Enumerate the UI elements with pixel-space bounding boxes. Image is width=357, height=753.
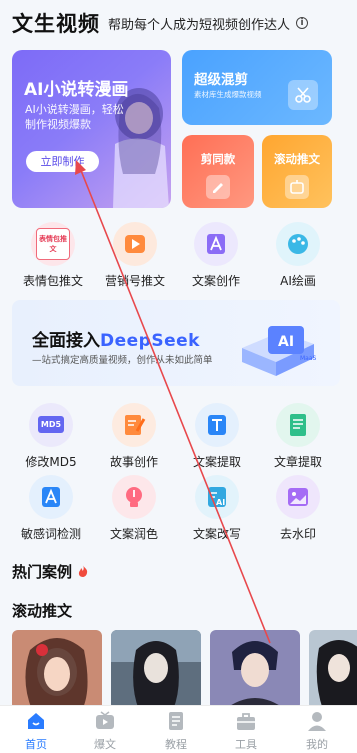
info-icon[interactable]: i xyxy=(296,17,309,29)
tool-sensitive-word[interactable]: 敏感词检测 xyxy=(11,475,91,542)
make-now-button[interactable]: 立即制作 xyxy=(26,151,99,172)
tool-label: AI绘画 xyxy=(280,274,316,288)
tool-label: 敏感词检测 xyxy=(20,527,81,541)
edit-icon xyxy=(206,175,230,199)
md5-icon: MD5 xyxy=(29,403,73,447)
pen-icon xyxy=(112,403,156,447)
card-description: 素材库生成爆款视频 xyxy=(194,90,262,99)
tool-label: 文章提取 xyxy=(273,455,322,469)
palette-icon xyxy=(276,222,320,266)
card-title: 滚动推文 xyxy=(274,152,320,166)
image-icon xyxy=(276,475,320,519)
article-icon xyxy=(276,403,320,447)
card-same-style[interactable]: 剪同款 xyxy=(182,135,254,208)
nav-tools[interactable]: 工具 xyxy=(216,710,276,752)
book-icon xyxy=(165,710,187,732)
section-title-text: 热门案例 xyxy=(12,563,73,581)
deepseek-banner[interactable]: 全面接入DeepSeek —站式搞定高质量视频，创作从未如此简单 AI MaaS xyxy=(12,300,340,386)
tool-label: 文案润色 xyxy=(109,527,158,541)
section-title-rolling: 滚动推文 xyxy=(12,602,73,620)
tool-polish[interactable]: 文案润色 xyxy=(94,475,174,542)
card-description: AI小说转漫画，轻松制作视频爆款 xyxy=(25,103,124,131)
home-icon xyxy=(25,710,47,732)
card-super-mix[interactable]: 超级混剪 素材库生成爆款视频 xyxy=(182,50,332,125)
tool-sticker-post[interactable]: 表情包推文 表情包推文 xyxy=(13,222,93,289)
tool-label: 文案改写 xyxy=(192,527,241,541)
tool-remove-watermark[interactable]: 去水印 xyxy=(258,475,338,542)
fire-icon xyxy=(79,565,88,577)
sensitive-word-icon xyxy=(29,475,73,519)
tool-modify-md5[interactable]: MD5 修改MD5 xyxy=(11,403,91,470)
nav-label: 我的 xyxy=(306,738,328,751)
card-novel-to-comic[interactable]: AI小说转漫画 AI小说转漫画，轻松制作视频爆款 立即制作 xyxy=(12,50,171,208)
tool-label: 去水印 xyxy=(279,527,316,541)
banner-headline: 全面接入DeepSeek xyxy=(32,326,200,351)
card-title: 超级混剪 xyxy=(194,72,248,88)
tool-label: 文案提取 xyxy=(192,455,241,469)
nav-label: 首页 xyxy=(25,738,47,751)
ai-cube-label: AI xyxy=(278,334,294,350)
page-subtitle: 帮助每个人成为短视频创作达人 xyxy=(108,17,291,33)
text-extract-icon xyxy=(195,403,239,447)
tool-label: 文案创作 xyxy=(191,274,240,288)
rolling-post-thumbnails xyxy=(12,630,357,710)
tool-label: 营销号推文 xyxy=(104,274,165,288)
scissors-icon xyxy=(288,80,318,110)
rewrite-icon: AI xyxy=(195,475,239,519)
card-rolling-post[interactable]: 滚动推文 xyxy=(262,135,332,208)
text-a-icon xyxy=(194,222,238,266)
thumbnail-2[interactable] xyxy=(111,630,201,710)
nav-profile[interactable]: 我的 xyxy=(287,710,347,752)
user-icon xyxy=(306,710,328,732)
thumbnail-3[interactable] xyxy=(210,630,300,710)
bottom-nav: 首页 爆文 教程 工具 我的 xyxy=(0,705,357,753)
tool-label: 表情包推文 xyxy=(22,274,83,288)
thumbnail-4[interactable] xyxy=(309,630,357,710)
tool-rewrite[interactable]: AI 文案改写 xyxy=(177,475,257,542)
ai-cube-sublabel: MaaS xyxy=(300,355,317,362)
video-icon xyxy=(94,710,116,732)
nav-label: 教程 xyxy=(165,738,187,751)
md5-icon-text: MD5 xyxy=(38,416,64,433)
sticker-icon-text: 表情包推文 xyxy=(36,228,70,260)
tool-ai-painting[interactable]: AI绘画 xyxy=(258,222,338,289)
banner-subline: —站式搞定高质量视频，创作从未如此简单 xyxy=(32,355,213,366)
nav-home[interactable]: 首页 xyxy=(6,710,66,752)
card-title: AI小说转漫画 xyxy=(24,80,129,100)
tool-label: 故事创作 xyxy=(109,455,158,469)
banner-brand: DeepSeek xyxy=(100,331,200,351)
header: 文生视频 帮助每个人成为短视频创作达人 i xyxy=(12,8,345,38)
section-title-hot: 热门案例 xyxy=(12,561,89,582)
card-title: 剪同款 xyxy=(200,152,236,166)
toolbox-icon xyxy=(235,710,257,732)
nav-hot-articles[interactable]: 爆文 xyxy=(75,710,135,752)
play-icon xyxy=(113,222,157,266)
thumbnail-1[interactable] xyxy=(12,630,102,710)
nav-label: 爆文 xyxy=(94,738,116,751)
tool-label: 修改MD5 xyxy=(25,455,77,469)
ai-cube-icon: AI MaaS xyxy=(242,326,317,376)
magic-icon xyxy=(285,175,309,199)
tool-marketing-post[interactable]: 营销号推文 xyxy=(95,222,175,289)
tool-text-extract[interactable]: 文案提取 xyxy=(177,403,257,470)
nav-tutorial[interactable]: 教程 xyxy=(146,710,206,752)
sticker-icon: 表情包推文 xyxy=(31,222,75,266)
svg-text:AI: AI xyxy=(216,498,225,507)
bulb-icon xyxy=(112,475,156,519)
tool-article-extract[interactable]: 文章提取 xyxy=(258,403,338,470)
banner-headline-prefix: 全面接入 xyxy=(32,331,100,351)
tool-copywriting[interactable]: 文案创作 xyxy=(176,222,256,289)
tool-story-creation[interactable]: 故事创作 xyxy=(94,403,174,470)
nav-label: 工具 xyxy=(235,738,257,751)
page-title: 文生视频 xyxy=(12,12,100,36)
